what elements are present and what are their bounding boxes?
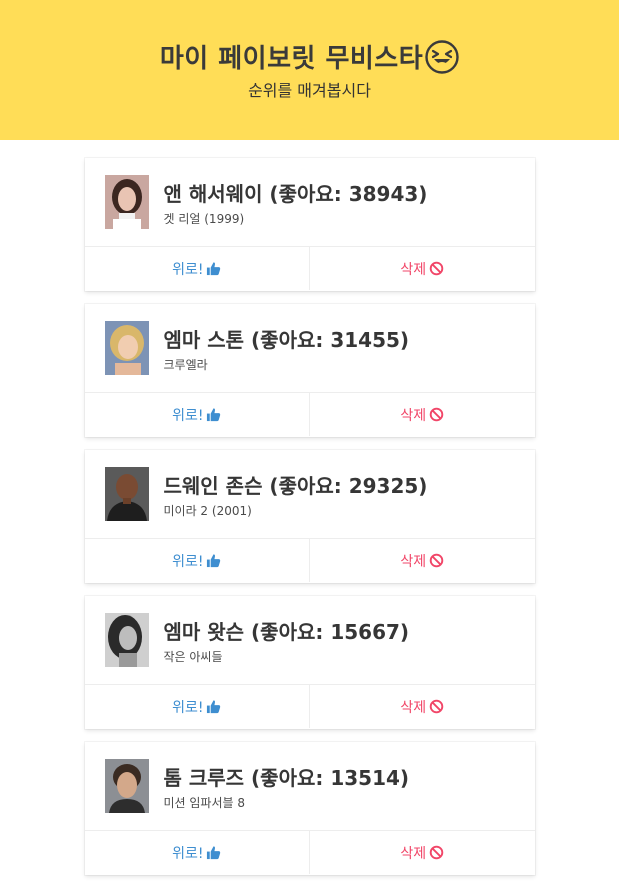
ban-icon	[429, 845, 444, 860]
delete-label: 삭제	[400, 699, 427, 716]
page-header: 마이 페이보릿 무비스타 순위를 매겨봅시다	[0, 0, 619, 140]
squinting-face-with-tongue-icon	[425, 39, 459, 74]
delete-label: 삭제	[400, 261, 427, 278]
star-info: 엠마 왓슨 (좋아요: 15667) 작은 아씨들	[164, 616, 410, 665]
delete-label: 삭제	[400, 407, 427, 424]
star-card-footer: 위로! 삭제	[85, 247, 535, 290]
star-list: 앤 해서웨이 (좋아요: 38943) 겟 리얼 (1999) 위로! 삭제 엠…	[0, 140, 619, 875]
cheer-button[interactable]: 위로!	[85, 831, 310, 874]
star-card: 드웨인 존슨 (좋아요: 29325) 미이라 2 (2001) 위로! 삭제	[84, 450, 535, 583]
star-card: 엠마 왓슨 (좋아요: 15667) 작은 아씨들 위로! 삭제	[84, 596, 535, 729]
star-info: 엠마 스톤 (좋아요: 31455) 크루엘라	[164, 324, 410, 373]
ban-icon	[429, 261, 444, 276]
delete-label: 삭제	[400, 553, 427, 570]
star-card-footer: 위로! 삭제	[85, 831, 535, 874]
thumbs-up-icon	[206, 845, 221, 860]
star-card-footer: 위로! 삭제	[85, 539, 535, 582]
star-movie: 미션 임파서블 8	[163, 795, 246, 810]
star-movie: 작은 아씨들	[163, 649, 223, 664]
thumbs-up-icon	[206, 553, 221, 568]
delete-button[interactable]: 삭제	[309, 393, 535, 436]
page-title: 마이 페이보릿 무비스타	[159, 44, 424, 74]
star-movie: 겟 리얼 (1999)	[163, 211, 245, 226]
star-title: 엠마 스톤 (좋아요: 31455)	[163, 327, 410, 352]
star-movie: 크루엘라	[163, 357, 208, 372]
star-info: 톰 크루즈 (좋아요: 13514) 미션 임파서블 8	[164, 762, 410, 811]
cheer-button[interactable]: 위로!	[85, 685, 310, 728]
delete-button[interactable]: 삭제	[309, 831, 535, 874]
star-title: 톰 크루즈 (좋아요: 13514)	[163, 765, 410, 790]
ban-icon	[429, 553, 444, 568]
star-card-body: 앤 해서웨이 (좋아요: 38943) 겟 리얼 (1999)	[84, 158, 535, 247]
ban-icon	[429, 407, 444, 422]
star-card-body: 엠마 왓슨 (좋아요: 15667) 작은 아씨들	[84, 596, 535, 685]
thumbs-up-icon	[206, 407, 221, 422]
cheer-label: 위로!	[172, 845, 204, 862]
page-subtitle: 순위를 매겨봅시다	[248, 81, 371, 100]
star-movie: 미이라 2 (2001)	[163, 503, 252, 518]
star-card-footer: 위로! 삭제	[85, 685, 535, 728]
star-info: 드웨인 존슨 (좋아요: 29325) 미이라 2 (2001)	[164, 470, 428, 519]
delete-button[interactable]: 삭제	[309, 247, 535, 290]
avatar	[104, 613, 149, 667]
star-info: 앤 해서웨이 (좋아요: 38943) 겟 리얼 (1999)	[164, 178, 428, 227]
avatar	[104, 321, 149, 375]
star-card: 톰 크루즈 (좋아요: 13514) 미션 임파서블 8 위로! 삭제	[84, 742, 535, 875]
star-card-body: 드웨인 존슨 (좋아요: 29325) 미이라 2 (2001)	[84, 450, 535, 539]
star-card-footer: 위로! 삭제	[85, 393, 535, 436]
cheer-button[interactable]: 위로!	[85, 247, 310, 290]
star-card-body: 엠마 스톤 (좋아요: 31455) 크루엘라	[84, 304, 535, 393]
star-card-body: 톰 크루즈 (좋아요: 13514) 미션 임파서블 8	[84, 742, 535, 831]
cheer-label: 위로!	[172, 407, 204, 424]
star-title: 앤 해서웨이 (좋아요: 38943)	[163, 181, 428, 206]
thumbs-up-icon	[206, 261, 221, 276]
delete-button[interactable]: 삭제	[309, 685, 535, 728]
delete-label: 삭제	[400, 845, 427, 862]
ban-icon	[429, 699, 444, 714]
cheer-button[interactable]: 위로!	[85, 393, 310, 436]
delete-button[interactable]: 삭제	[309, 539, 535, 582]
cheer-label: 위로!	[172, 553, 204, 570]
avatar	[104, 467, 149, 521]
avatar	[104, 175, 149, 229]
star-card: 엠마 스톤 (좋아요: 31455) 크루엘라 위로! 삭제	[84, 304, 535, 437]
header-title-row: 마이 페이보릿 무비스타	[0, 38, 619, 75]
avatar	[104, 759, 149, 813]
star-title: 엠마 왓슨 (좋아요: 15667)	[163, 619, 410, 644]
star-card: 앤 해서웨이 (좋아요: 38943) 겟 리얼 (1999) 위로! 삭제	[84, 158, 535, 291]
star-title: 드웨인 존슨 (좋아요: 29325)	[163, 473, 428, 498]
cheer-button[interactable]: 위로!	[85, 539, 310, 582]
thumbs-up-icon	[206, 699, 221, 714]
cheer-label: 위로!	[172, 699, 204, 716]
cheer-label: 위로!	[172, 261, 204, 278]
